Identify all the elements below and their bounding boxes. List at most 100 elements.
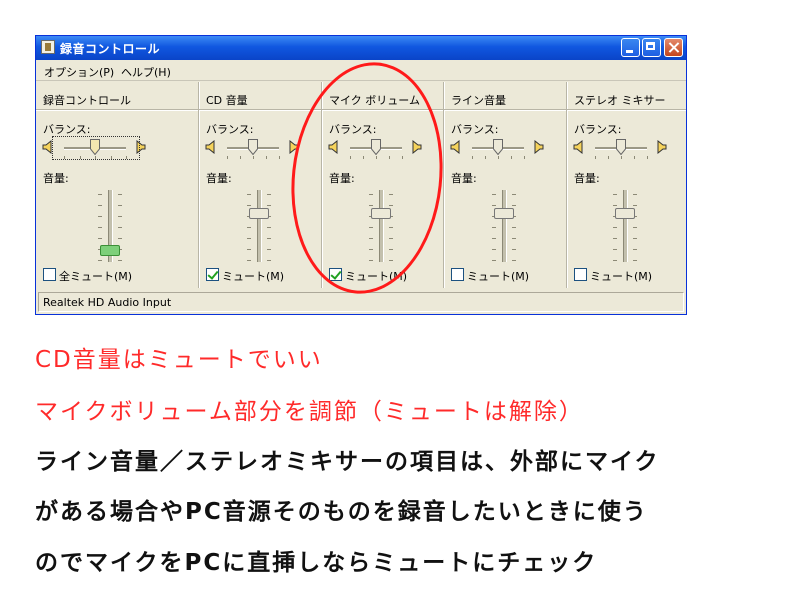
mute-label[interactable]: ミュート(M): [467, 268, 529, 284]
close-button[interactable]: [664, 38, 683, 57]
mute-label[interactable]: ミュート(M): [222, 268, 284, 284]
volume-tick-right: [633, 205, 637, 206]
balance-slider-thumb[interactable]: [493, 139, 503, 155]
title-bar[interactable]: 録音コントロール: [36, 36, 686, 60]
status-text: Realtek HD Audio Input: [43, 296, 172, 309]
balance-label: バランス:: [451, 123, 499, 136]
volume-tick-right: [118, 238, 122, 239]
volume-tick-left: [98, 260, 102, 261]
channel-heading: ステレオ ミキサー: [574, 94, 666, 107]
balance-tick: [524, 156, 525, 159]
channel-heading: ライン音量: [451, 94, 506, 107]
speaker-right-icon: [655, 140, 667, 154]
app-icon: [41, 40, 55, 54]
channel-column: ライン音量バランス: 音量: ミュート(M): [444, 82, 567, 288]
menu-options[interactable]: オプション(P): [44, 64, 114, 80]
volume-tick-left: [492, 227, 496, 228]
balance-tick: [253, 156, 254, 159]
mute-checkbox[interactable]: [451, 268, 464, 281]
balance-slider-thumb[interactable]: [616, 139, 626, 155]
balance-control: [42, 136, 152, 160]
mute-label[interactable]: 全ミュート(M): [59, 268, 132, 284]
volume-tick-right: [512, 260, 516, 261]
volume-label: 音量:: [43, 172, 69, 185]
mute-checkbox[interactable]: [574, 268, 587, 281]
volume-tick-left: [247, 249, 251, 250]
volume-tick-left: [247, 194, 251, 195]
volume-slider-thumb[interactable]: [100, 244, 120, 256]
volume-label: 音量:: [451, 172, 477, 185]
balance-tick: [608, 156, 609, 159]
balance-slider-thumb[interactable]: [248, 139, 258, 155]
balance-label: バランス:: [43, 123, 91, 136]
volume-tick-left: [613, 227, 617, 228]
volume-tick-right: [267, 205, 271, 206]
mute-checkbox[interactable]: [206, 268, 219, 281]
volume-tick-right: [633, 260, 637, 261]
volume-tick-left: [247, 260, 251, 261]
channel-column: 録音コントロール バランス: 音量: 全ミュート(M): [36, 82, 199, 288]
volume-tick-left: [247, 238, 251, 239]
volume-tick-left: [98, 216, 102, 217]
volume-tick-left: [613, 260, 617, 261]
volume-slider-thumb[interactable]: [249, 208, 269, 220]
volume-slider-thumb[interactable]: [615, 208, 635, 220]
volume-tick-left: [492, 194, 496, 195]
volume-tick-right: [118, 205, 122, 206]
volume-slider-track[interactable]: [623, 190, 628, 262]
volume-tick-right: [118, 216, 122, 217]
volume-tick-right: [267, 227, 271, 228]
balance-tick: [634, 156, 635, 159]
volume-tick-right: [512, 194, 516, 195]
volume-label: 音量:: [206, 172, 232, 185]
heading-divider: [444, 109, 567, 111]
volume-tick-right: [512, 227, 516, 228]
note-line-3: ライン音量／ステレオミキサーの項目は、外部にマイク: [35, 449, 660, 475]
channel-heading: CD 音量: [206, 94, 248, 107]
volume-tick-right: [118, 227, 122, 228]
balance-tick: [240, 156, 241, 159]
volume-tick-right: [512, 238, 516, 239]
balance-label: バランス:: [206, 123, 254, 136]
mute-label[interactable]: ミュート(M): [590, 268, 652, 284]
volume-tick-right: [118, 260, 122, 261]
volume-slider-track[interactable]: [502, 190, 507, 262]
volume-tick-left: [492, 238, 496, 239]
volume-tick-left: [492, 260, 496, 261]
heading-divider: [567, 109, 686, 111]
volume-tick-right: [633, 238, 637, 239]
volume-tick-left: [98, 194, 102, 195]
channel-heading: 録音コントロール: [43, 94, 131, 107]
volume-slider-thumb[interactable]: [494, 208, 514, 220]
speaker-left-icon: [450, 140, 462, 154]
volume-tick-left: [247, 227, 251, 228]
menu-help[interactable]: ヘルプ(H): [121, 64, 171, 80]
volume-tick-left: [613, 249, 617, 250]
volume-tick-left: [492, 249, 496, 250]
balance-tick: [485, 156, 486, 159]
note-line-1: CD音量はミュートでいい: [35, 347, 323, 373]
volume-tick-right: [118, 194, 122, 195]
volume-tick-right: [633, 194, 637, 195]
volume-tick-right: [267, 238, 271, 239]
volume-tick-right: [267, 260, 271, 261]
balance-tick: [498, 156, 499, 159]
volume-tick-right: [633, 249, 637, 250]
volume-slider-track[interactable]: [257, 190, 262, 262]
balance-tick: [266, 156, 267, 159]
speaker-left-icon: [573, 140, 585, 154]
balance-tick: [472, 156, 473, 159]
volume-tick-right: [267, 194, 271, 195]
focus-rectangle: [52, 136, 140, 160]
maximize-button[interactable]: [642, 38, 661, 57]
volume-tick-right: [633, 227, 637, 228]
minimize-button[interactable]: [621, 38, 640, 57]
mute-checkbox[interactable]: [43, 268, 56, 281]
volume-tick-left: [98, 227, 102, 228]
volume-tick-right: [512, 249, 516, 250]
speaker-right-icon: [532, 140, 544, 154]
volume-tick-left: [613, 194, 617, 195]
status-bar: Realtek HD Audio Input: [38, 292, 684, 312]
note-line-2: マイクボリューム部分を調節（ミュートは解除）: [35, 399, 584, 425]
balance-tick: [279, 156, 280, 159]
